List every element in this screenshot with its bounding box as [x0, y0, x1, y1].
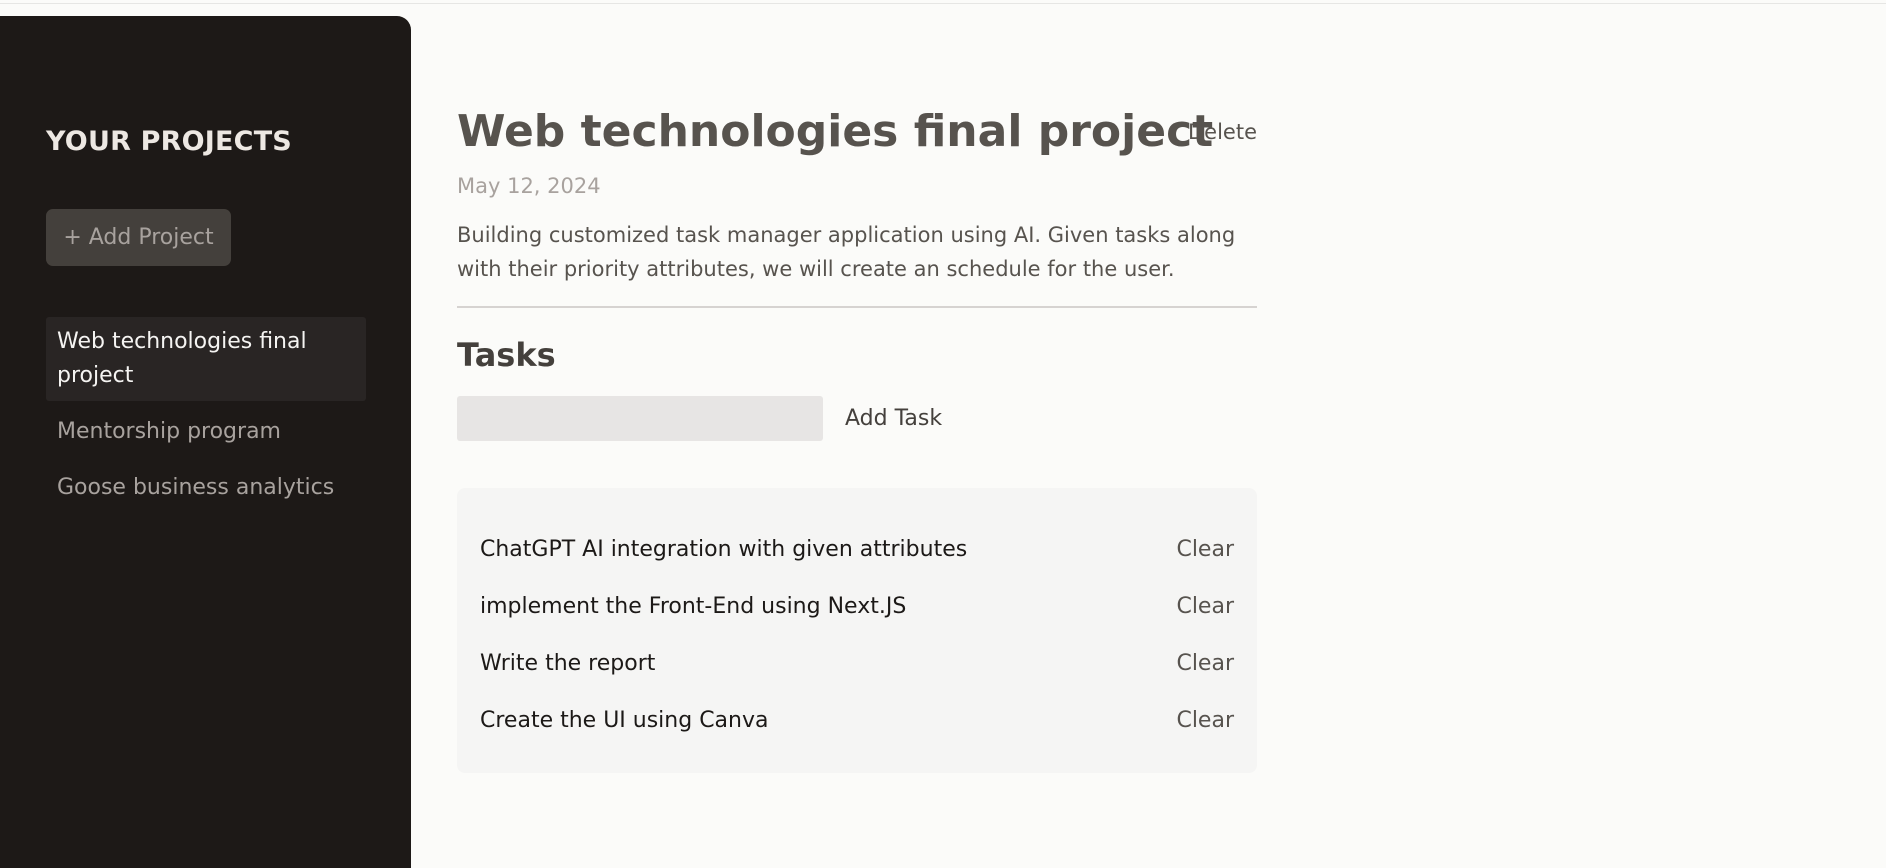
clear-task-button[interactable]: Clear [1176, 635, 1234, 692]
project-item-web-technologies[interactable]: Web technologies final project [46, 317, 366, 401]
task-text: Write the report [480, 651, 656, 676]
project-item-mentorship[interactable]: Mentorship program [46, 407, 366, 457]
task-text: Create the UI using Canva [480, 708, 769, 733]
project-header: Web technologies final project Delete [457, 100, 1257, 164]
delete-project-button[interactable]: Delete [1188, 120, 1257, 144]
project-date: May 12, 2024 [457, 174, 601, 198]
task-input[interactable] [457, 396, 823, 441]
clear-task-button[interactable]: Clear [1176, 692, 1234, 749]
clear-task-button[interactable]: Clear [1176, 578, 1234, 635]
task-form: Add Task [457, 396, 1257, 441]
app-window: YOUR PROJECTS + Add Project Web technolo… [0, 0, 1886, 868]
task-text: implement the Front-End using Next.JS [480, 594, 907, 619]
project-list: Web technologies final project Mentorshi… [46, 317, 366, 519]
project-title: Web technologies final project [457, 106, 1214, 157]
top-divider [0, 3, 1886, 4]
tasks-heading: Tasks [457, 336, 556, 374]
project-detail: Web technologies final project Delete Ma… [457, 100, 1257, 773]
add-task-button[interactable]: Add Task [845, 402, 942, 436]
add-project-button[interactable]: + Add Project [46, 209, 231, 266]
sidebar-title: YOUR PROJECTS [46, 126, 292, 157]
section-divider [457, 306, 1257, 308]
project-description: Building customized task manager applica… [457, 223, 1236, 281]
task-list: ChatGPT AI integration with given attrib… [457, 488, 1257, 773]
task-text: ChatGPT AI integration with given attrib… [480, 537, 968, 562]
clear-task-button[interactable]: Clear [1176, 521, 1234, 578]
task-item: Write the report Clear [480, 635, 1234, 692]
task-item: Create the UI using Canva Clear [480, 692, 1234, 749]
sidebar: YOUR PROJECTS + Add Project Web technolo… [0, 16, 411, 868]
task-item: ChatGPT AI integration with given attrib… [480, 521, 1234, 578]
project-item-goose-analytics[interactable]: Goose business analytics [46, 463, 366, 513]
task-item: implement the Front-End using Next.JS Cl… [480, 578, 1234, 635]
